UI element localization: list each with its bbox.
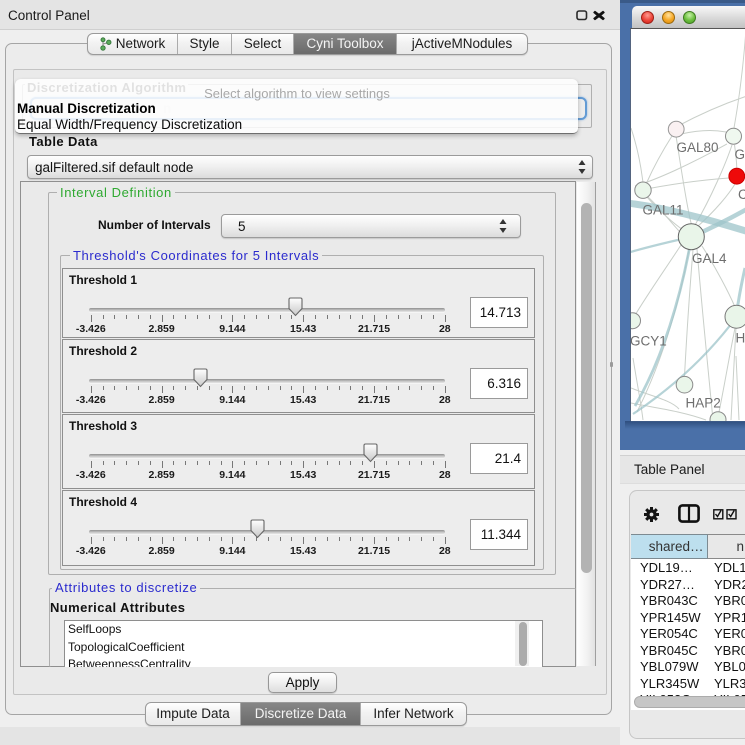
- svg-text:GAL80: GAL80: [676, 140, 718, 155]
- svg-text:HAP2: HAP2: [685, 396, 720, 411]
- svg-text:GAL11: GAL11: [642, 203, 683, 218]
- svg-text:H: H: [735, 331, 745, 346]
- svg-text:GAL4: GAL4: [692, 251, 727, 266]
- svg-text:G.: G.: [734, 147, 745, 162]
- svg-text:GCY1: GCY1: [631, 334, 667, 349]
- svg-text:C: C: [737, 187, 745, 202]
